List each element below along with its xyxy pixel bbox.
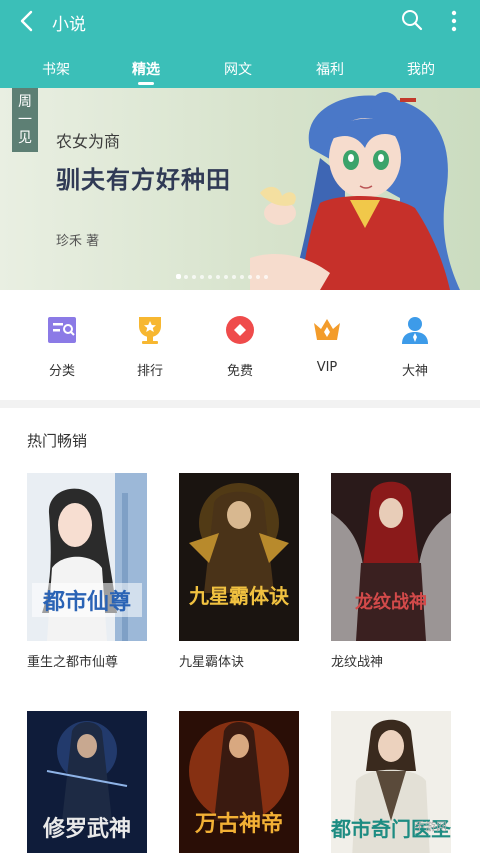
banner-pagination — [176, 274, 276, 281]
book-card[interactable]: 九星霸体诀 九星霸体诀 — [179, 473, 299, 673]
vip-crown-icon — [314, 319, 340, 340]
tab-bar: 书架 精选 网文 福利 我的 — [0, 52, 480, 88]
tab-web-novels[interactable]: 网文 — [198, 59, 278, 79]
book-title: 重生之都市仙尊 — [27, 655, 119, 670]
ranking-icon — [139, 317, 161, 344]
pagination-dot — [176, 274, 181, 279]
category-shortcuts: 分类 排行 免费 VIP 大神 — [0, 290, 480, 400]
pagination-dot — [184, 275, 188, 279]
ranking-button[interactable]: 排行 — [115, 314, 185, 380]
tab-mine[interactable]: 我的 — [381, 59, 461, 79]
book-cover: 修罗武神 — [27, 711, 147, 853]
book-cover: 万古神帝 — [179, 711, 299, 853]
pagination-dot — [216, 275, 220, 279]
book-cover: 龙纹战神 — [331, 473, 451, 641]
author-label: 大神 — [401, 364, 428, 379]
banner-author: 珍禾 著 — [56, 234, 100, 249]
svg-text:修罗武神: 修罗武神 — [42, 816, 131, 842]
svg-text:龙纹战神: 龙纹战神 — [355, 591, 427, 613]
banner-illustration — [250, 92, 460, 290]
category-label: 分类 — [48, 364, 75, 379]
svg-text:九星霸体诀: 九星霸体诀 — [188, 584, 290, 608]
book-cover: 都市仙尊 — [27, 473, 147, 641]
banner-subtitle: 农女为商 — [56, 132, 121, 151]
free-label: 免费 — [226, 364, 253, 379]
free-button[interactable]: 免费 — [205, 314, 275, 380]
search-icon[interactable] — [400, 8, 424, 32]
more-options-icon[interactable] — [444, 8, 464, 34]
ranking-label: 排行 — [136, 364, 163, 379]
weekly-tag: 周一见 — [12, 88, 38, 152]
pagination-dot — [264, 275, 268, 279]
pagination-dot — [256, 275, 260, 279]
featured-banner[interactable]: 周一见 农女为商 驯夫有方好种田 珍禾 著 — [0, 88, 480, 290]
book-card[interactable]: 龙纹战神 龙纹战神 — [331, 473, 451, 673]
back-arrow-icon[interactable] — [14, 8, 40, 34]
book-card[interactable]: 都市仙尊 重生之都市仙尊 — [27, 473, 147, 673]
active-tab-indicator — [138, 82, 154, 85]
pagination-dot — [240, 275, 244, 279]
tab-benefits[interactable]: 福利 — [290, 59, 370, 79]
pagination-dot — [248, 275, 252, 279]
top-bar: 小说 — [0, 0, 480, 44]
book-cover: 九星霸体诀 — [179, 473, 299, 641]
section-title: 热门畅销 — [27, 432, 88, 450]
book-card[interactable]: 万古神帝 — [179, 711, 299, 853]
app-header: 小说 书架 精选 网文 福利 我的 — [0, 0, 480, 88]
pagination-dot — [224, 275, 228, 279]
free-icon — [226, 316, 254, 344]
watermark: 手游网 — [414, 820, 447, 833]
vip-button[interactable]: VIP — [292, 314, 362, 380]
hot-selling-section: 热门畅销 都市仙尊 重生之都市仙尊 九星霸体诀 九星霸体诀 龙纹战神 龙纹战神 … — [0, 408, 480, 853]
svg-text:都市仙尊: 都市仙尊 — [42, 589, 131, 615]
tab-bookshelf[interactable]: 书架 — [16, 59, 96, 79]
pagination-dot — [200, 275, 204, 279]
category-icon — [48, 317, 76, 343]
author-icon — [402, 317, 428, 344]
category-button[interactable]: 分类 — [27, 314, 97, 380]
tab-featured[interactable]: 精选 — [106, 59, 186, 79]
svg-text:万古神帝: 万古神帝 — [194, 811, 283, 837]
pagination-dot — [208, 275, 212, 279]
book-card[interactable]: 修罗武神 — [27, 711, 147, 853]
book-title: 龙纹战神 — [331, 655, 384, 670]
vip-label: VIP — [316, 360, 338, 375]
pagination-dot — [192, 275, 196, 279]
page-title: 小说 — [52, 15, 86, 35]
author-button[interactable]: 大神 — [380, 314, 450, 380]
book-title: 九星霸体诀 — [179, 655, 245, 670]
pagination-dot — [232, 275, 236, 279]
banner-title: 驯夫有方好种田 — [56, 165, 231, 194]
